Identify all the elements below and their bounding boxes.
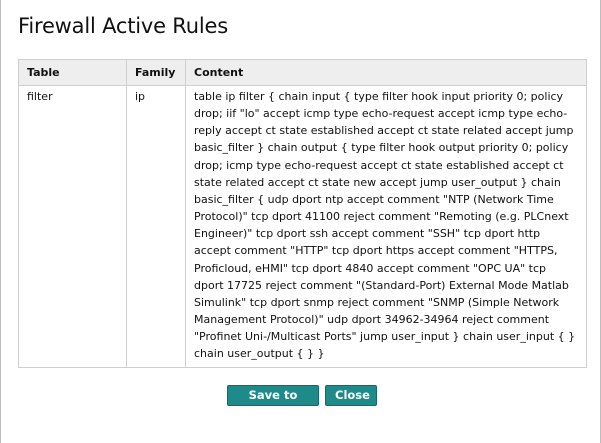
column-header-family: Family: [126, 59, 186, 86]
column-header-table: Table: [18, 59, 127, 86]
table-row: filter ip table ip filter { chain input …: [18, 85, 587, 368]
cell-table: filter: [18, 85, 127, 368]
save-to-file-button[interactable]: Save to file: [227, 385, 319, 421]
cell-content: table ip filter { chain input { type fil…: [185, 85, 587, 368]
dialog-buttons: Save to file Close: [227, 385, 377, 421]
dialog-title: Firewall Active Rules: [18, 14, 228, 38]
table-header-row: Table Family Content: [18, 59, 587, 86]
column-header-content: Content: [185, 59, 587, 86]
rules-table: Table Family Content filter ip table ip …: [18, 59, 587, 368]
cell-family: ip: [126, 85, 186, 368]
close-button[interactable]: Close: [325, 385, 377, 406]
firewall-rules-dialog: Firewall Active Rules Table Family Conte…: [0, 0, 601, 443]
